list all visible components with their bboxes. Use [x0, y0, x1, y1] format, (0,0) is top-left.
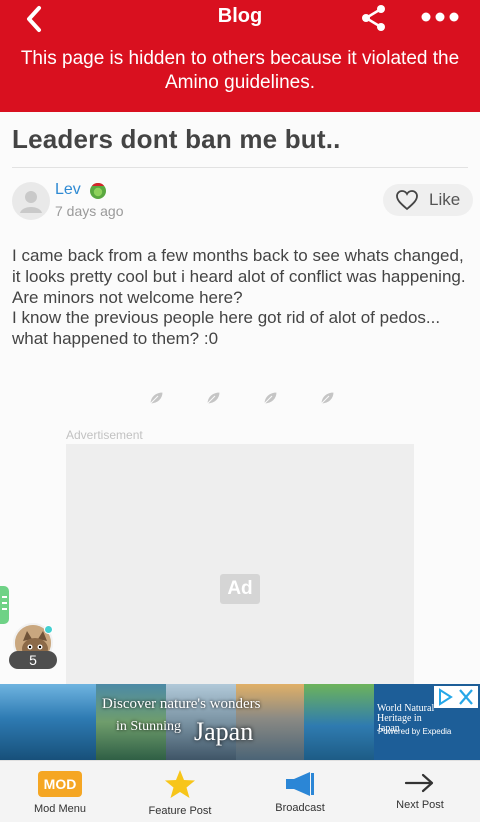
section-divider-leaves: [148, 390, 338, 406]
banner-photo: [0, 684, 96, 760]
post-paragraph: Are minors not welcome here?: [12, 287, 243, 307]
mod-icon: MOD: [38, 771, 82, 797]
arrow-right-icon: [404, 773, 434, 793]
like-label: Like: [429, 190, 461, 209]
online-members-button[interactable]: 5: [9, 621, 57, 669]
banner-japan: Japan: [194, 717, 254, 746]
banner-photo: [304, 684, 374, 760]
ad-banner[interactable]: Discover nature's wonders in Stunning Ja…: [0, 684, 480, 760]
share-icon[interactable]: [360, 4, 388, 32]
hidden-notice: This page is hidden to others because it…: [20, 48, 460, 93]
author-name[interactable]: Lev: [55, 181, 81, 199]
bottom-toolbar: MOD Mod Menu Feature Post Broadcast Next…: [0, 760, 480, 822]
advertisement-label: Advertisement: [66, 428, 143, 442]
banner-subline: in Stunning: [116, 719, 181, 734]
leaf-icon: [206, 391, 221, 405]
feature-post-button[interactable]: Feature Post: [120, 761, 240, 822]
ad-choices-close[interactable]: [434, 686, 478, 708]
ad-placeholder[interactable]: Ad: [66, 444, 414, 684]
side-drawer-handle[interactable]: [0, 586, 9, 624]
feature-post-label: Feature Post: [148, 805, 212, 817]
banner-powered-by: Powered by Expedia: [378, 727, 452, 736]
megaphone-icon: [286, 772, 314, 796]
leaf-icon: [320, 391, 335, 405]
page-title: Blog: [217, 5, 263, 27]
level-badge-icon: [90, 183, 106, 199]
divider: [12, 167, 468, 168]
online-status-dot: [44, 625, 53, 634]
more-options-icon[interactable]: [418, 4, 462, 30]
post-paragraph: I came back from a few months back to se…: [12, 246, 466, 286]
ad-badge: Ad: [220, 574, 260, 604]
star-icon: [165, 770, 195, 798]
post-time: 7 days ago: [55, 203, 124, 219]
broadcast-button[interactable]: Broadcast: [240, 761, 360, 822]
broadcast-label: Broadcast: [275, 802, 325, 814]
post-title: Leaders dont ban me but..: [12, 124, 341, 154]
user-placeholder-icon: [20, 191, 42, 213]
avatar[interactable]: [12, 182, 50, 220]
leaf-icon: [149, 391, 164, 405]
banner-headline: Discover nature's wonders: [102, 696, 261, 712]
post-paragraph: I know the previous people here got rid …: [12, 308, 441, 349]
next-post-label: Next Post: [396, 799, 444, 811]
online-count: 5: [9, 651, 57, 669]
mod-menu-label: Mod Menu: [34, 803, 86, 815]
like-button[interactable]: Like: [383, 184, 473, 216]
heart-icon: [396, 190, 418, 211]
leaf-icon: [263, 391, 278, 405]
mod-menu-button[interactable]: MOD Mod Menu: [0, 761, 120, 822]
ad-choices-icon: [439, 688, 473, 706]
post-body: I came back from a few months back to se…: [12, 246, 472, 350]
next-post-button[interactable]: Next Post: [360, 761, 480, 822]
top-bar: Blog This page is hidden to others becau…: [0, 0, 480, 112]
